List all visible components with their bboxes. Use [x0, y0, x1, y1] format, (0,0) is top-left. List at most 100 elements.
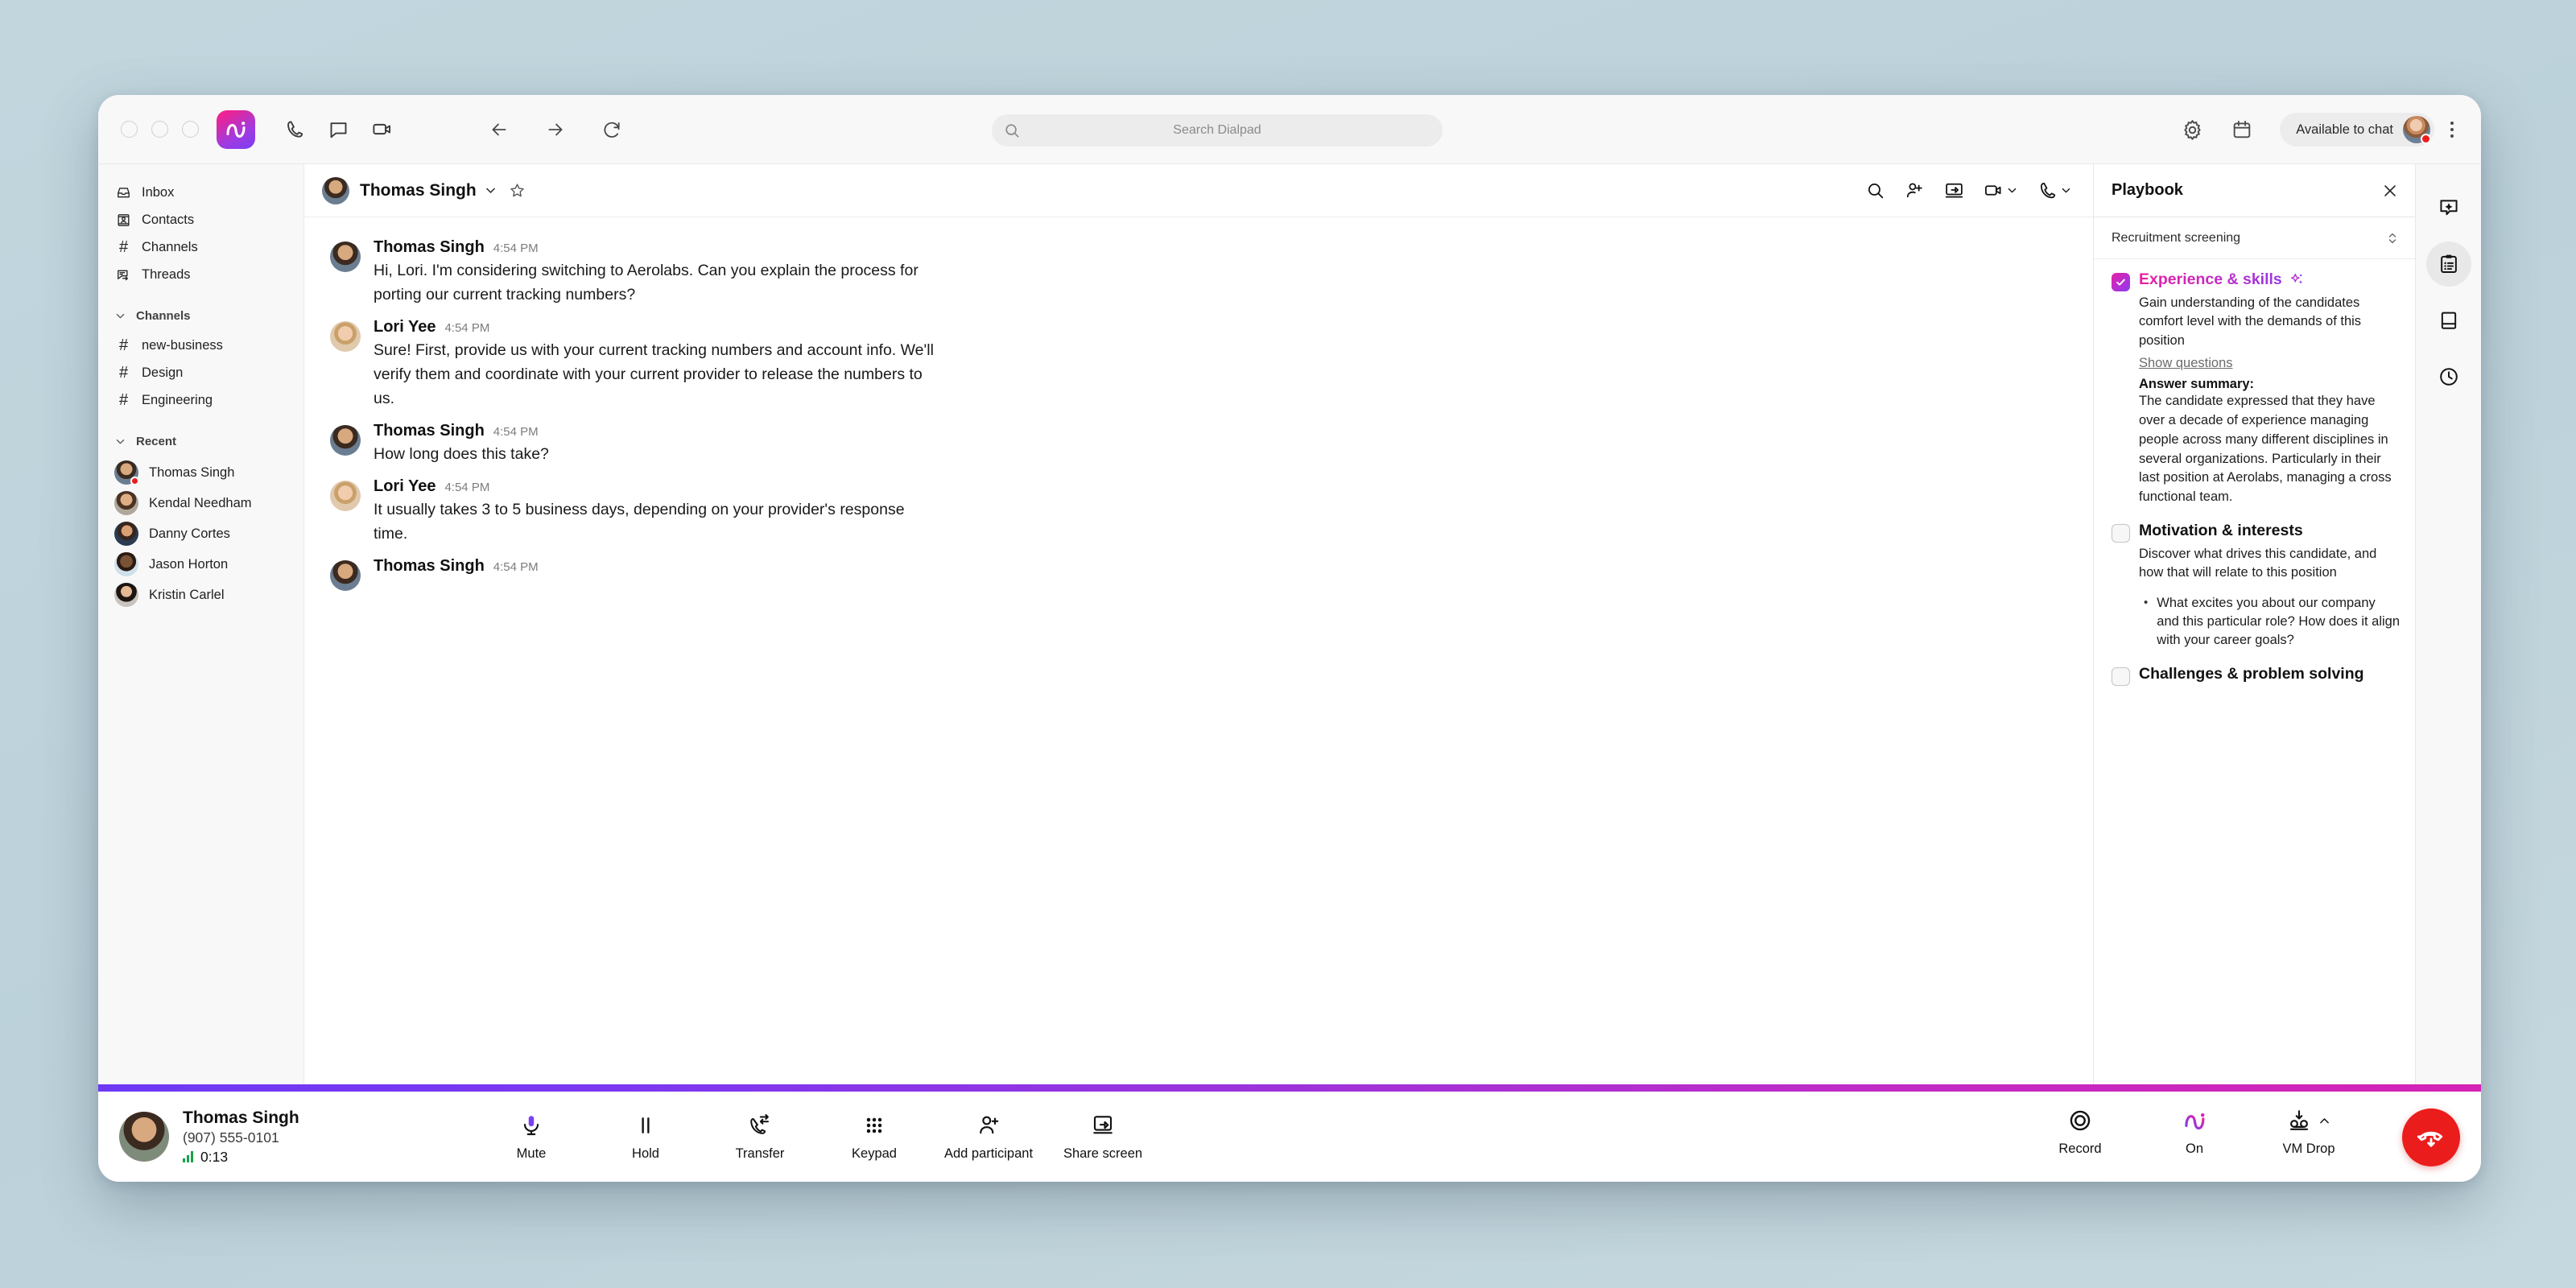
playbook-item-checkbox[interactable]: [2112, 667, 2130, 686]
playbook-item-title-wrap: Experience & skills: [2139, 270, 2305, 289]
video-icon[interactable]: [360, 108, 403, 151]
calendar-icon[interactable]: [2220, 108, 2264, 151]
sidebar-item-contacts[interactable]: Contacts: [98, 206, 303, 233]
playbook-item-motivation-interests[interactable]: Motivation & interests Discover what dri…: [2112, 522, 2401, 650]
user-avatar[interactable]: [2403, 116, 2430, 143]
check-icon: [2115, 276, 2127, 288]
presence-status-label: Available to chat: [2296, 122, 2393, 138]
sidebar-recent-danny-cortes[interactable]: Danny Cortes: [98, 518, 303, 549]
playbook-item-checkbox[interactable]: [2112, 524, 2130, 543]
phone-call-icon[interactable]: [2037, 180, 2072, 200]
hangup-button[interactable]: [2402, 1108, 2460, 1166]
reload-icon[interactable]: [590, 108, 634, 151]
playbook-panel: Playbook Recruitment screening: [2093, 164, 2415, 1084]
voicemail-drop-icon: [2287, 1107, 2331, 1134]
sidebar-recent-kendal-needham[interactable]: Kendal Needham: [98, 488, 303, 518]
message-icon[interactable]: [316, 108, 360, 151]
global-search[interactable]: Search Dialpad: [992, 114, 1443, 147]
dialpad-ai-toggle-button[interactable]: On: [2156, 1107, 2233, 1157]
chevron-down-icon: [114, 310, 127, 322]
video-call-icon[interactable]: [1984, 180, 2018, 200]
keypad-button[interactable]: Keypad: [836, 1112, 913, 1162]
kebab-menu-icon[interactable]: [2441, 122, 2463, 138]
history-clock-icon[interactable]: [2426, 354, 2471, 399]
message-list[interactable]: Thomas Singh 4:54 PM Hi, Lori. I'm consi…: [304, 217, 2093, 1084]
screen-share-icon[interactable]: [1944, 180, 1964, 200]
avatar: [330, 242, 361, 272]
call-action-label: On: [2186, 1141, 2203, 1157]
avatar: [114, 583, 138, 607]
add-participant-button[interactable]: Add participant: [950, 1112, 1027, 1162]
back-arrow-icon[interactable]: [477, 108, 521, 151]
playbook-selected-label: Recruitment screening: [2112, 231, 2240, 246]
clipboard-playbook-icon[interactable]: [2426, 242, 2471, 287]
sidebar-item-channels[interactable]: # Channels: [98, 233, 303, 261]
presence-status-button[interactable]: Available to chat: [2280, 113, 2434, 147]
ai-assist-bubble-icon[interactable]: [2426, 185, 2471, 230]
close-window-button[interactable]: [121, 121, 138, 138]
add-person-icon[interactable]: [1905, 180, 1925, 200]
message-text: Hi, Lori. I'm considering switching to A…: [374, 258, 937, 307]
forward-arrow-icon[interactable]: [534, 108, 577, 151]
call-right-group: Record On: [2041, 1107, 2460, 1166]
add-person-icon: [976, 1112, 1001, 1139]
maximize-window-button[interactable]: [182, 121, 199, 138]
sidebar-section-channels[interactable]: Channels: [98, 299, 303, 332]
playbook-item-title: Experience & skills: [2139, 270, 2282, 289]
call-accent-gradient-line: [98, 1084, 2481, 1092]
search-icon[interactable]: [1865, 180, 1885, 200]
call-action-label: Keypad: [852, 1146, 897, 1162]
record-button[interactable]: Record: [2041, 1107, 2119, 1157]
avatar: [114, 460, 138, 485]
message-time: 4:54 PM: [444, 481, 489, 494]
show-questions-link[interactable]: Show questions: [2112, 356, 2233, 371]
avatar: [114, 552, 138, 576]
sidebar-item-inbox[interactable]: Inbox: [98, 179, 303, 206]
inbox-icon: [116, 185, 131, 200]
sidebar-channel-new-business[interactable]: # new-business: [98, 332, 303, 359]
playbook-item-experience-skills[interactable]: Experience & skills Gain understanding o…: [2112, 270, 2401, 507]
playbook-item-challenges-problem-solving[interactable]: Challenges & problem solving: [2112, 665, 2401, 686]
sidebar-item-label: Danny Cortes: [149, 526, 230, 542]
playbook-items[interactable]: Experience & skills Gain understanding o…: [2094, 259, 2415, 1084]
browser-nav-controls: [477, 108, 634, 151]
sidebar-recent-jason-horton[interactable]: Jason Horton: [98, 549, 303, 580]
transfer-call-icon: [748, 1112, 772, 1139]
vm-drop-button[interactable]: VM Drop: [2270, 1107, 2347, 1157]
avatar: [114, 491, 138, 515]
sidebar-item-label: Threads: [142, 267, 191, 283]
sidebar-section-recent[interactable]: Recent: [98, 425, 303, 457]
playbook-item-checkbox[interactable]: [2112, 273, 2130, 291]
phone-icon[interactable]: [273, 108, 316, 151]
hold-button[interactable]: Hold: [607, 1112, 684, 1162]
sidebar-item-threads[interactable]: Threads: [98, 261, 303, 288]
share-screen-button[interactable]: Share screen: [1064, 1112, 1141, 1162]
close-icon[interactable]: [2381, 182, 2399, 200]
playbook-selector[interactable]: Recruitment screening: [2094, 217, 2415, 259]
bullet-icon: •: [2144, 594, 2148, 650]
sidebar-channel-design[interactable]: # Design: [98, 359, 303, 386]
sidebar-recent-kristin-carlel[interactable]: Kristin Carlel: [98, 580, 303, 610]
star-outline-icon[interactable]: [509, 182, 526, 199]
conversation-actions: [1865, 180, 2072, 200]
transfer-button[interactable]: Transfer: [721, 1112, 799, 1162]
mute-button[interactable]: Mute: [493, 1112, 570, 1162]
notes-book-icon[interactable]: [2426, 298, 2471, 343]
call-action-label: Transfer: [736, 1146, 785, 1162]
call-action-label: Hold: [632, 1146, 659, 1162]
pause-icon: [634, 1112, 658, 1139]
window-controls[interactable]: [121, 121, 199, 138]
sidebar-item-label: Kendal Needham: [149, 496, 252, 511]
section-title: Channels: [136, 309, 191, 323]
minimize-window-button[interactable]: [151, 121, 168, 138]
search-input[interactable]: Search Dialpad: [992, 114, 1443, 147]
chevron-down-icon[interactable]: [484, 184, 497, 197]
chevron-up-icon[interactable]: [2318, 1114, 2331, 1128]
call-action-label: Mute: [517, 1146, 547, 1162]
sidebar-channel-engineering[interactable]: # Engineering: [98, 386, 303, 414]
sidebar-item-label: Inbox: [142, 185, 174, 200]
threads-icon: [116, 267, 131, 283]
sidebar-recent-thomas-singh[interactable]: Thomas Singh: [98, 457, 303, 488]
gear-icon[interactable]: [2170, 108, 2214, 151]
playbook-item-description: Gain understanding of the candidates com…: [2112, 294, 2401, 350]
